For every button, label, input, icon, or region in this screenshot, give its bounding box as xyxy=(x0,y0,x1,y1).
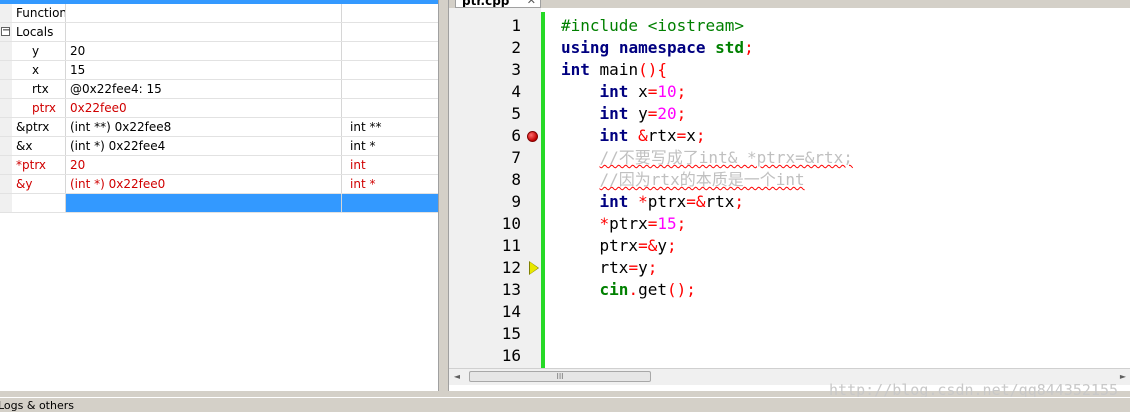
code-line-5: int y=20; xyxy=(599,104,687,123)
code-line-2: using namespace std; xyxy=(561,38,754,57)
code-line-1: #include <iostream> xyxy=(561,16,745,35)
tab-ptr-cpp[interactable]: ptr.cpp ✕ xyxy=(455,0,541,8)
watch-value: 20 xyxy=(66,156,342,174)
watch-type: int ** xyxy=(350,120,382,134)
breakpoint-icon[interactable] xyxy=(527,131,538,142)
line-number: 5 xyxy=(511,104,521,123)
bottom-panel-bar: Logs & others xyxy=(0,397,1130,412)
watch-name: ptrx xyxy=(12,99,66,117)
watch-row-y[interactable]: y 20 xyxy=(0,42,438,61)
line-number: 8 xyxy=(511,170,521,189)
watch-value: 20 xyxy=(66,42,342,60)
watch-name: &x xyxy=(12,137,66,155)
scroll-thumb[interactable]: III xyxy=(469,371,651,382)
line-number: 1 xyxy=(511,16,521,35)
watch-value: 0x22fee0 xyxy=(66,99,342,117)
line-number: 7 xyxy=(511,148,521,167)
watch-type: int * xyxy=(350,177,376,191)
line-number: 4 xyxy=(511,82,521,101)
watch-name: Locals xyxy=(12,23,66,41)
editor-tab-strip: ptr.cpp ✕ xyxy=(449,0,1130,8)
change-bar xyxy=(541,12,545,368)
line-number: 13 xyxy=(501,280,521,299)
line-number: 11 xyxy=(501,236,521,255)
line-number: 3 xyxy=(511,60,521,79)
watch-panel: Function − Locals y 20 x 15 rtx @0x22fee… xyxy=(0,0,439,391)
new-watch-input[interactable] xyxy=(12,194,66,212)
watch-row-locals[interactable]: − Locals xyxy=(0,23,438,42)
line-number: 15 xyxy=(501,324,521,343)
watch-value: 15 xyxy=(66,61,342,79)
watch-row-ptrx[interactable]: ptrx 0x22fee0 xyxy=(0,99,438,118)
watch-row-new-entry[interactable]: ... xyxy=(0,194,438,213)
watch-name: &y xyxy=(12,175,66,193)
watch-type xyxy=(342,4,438,22)
code-line-7: //不要写成了int& *ptrx=&rtx; xyxy=(599,148,853,167)
tab-logs-and-others[interactable]: Logs & others xyxy=(0,399,74,412)
watch-value xyxy=(66,4,342,22)
code-line-4: int x=10; xyxy=(599,82,687,101)
code-line-11: ptrx=&y; xyxy=(599,236,677,255)
code-line-3: int main(){ xyxy=(561,60,667,79)
watch-type xyxy=(342,80,438,98)
line-number: 2 xyxy=(511,38,521,57)
watch-name: &ptrx xyxy=(12,118,66,136)
watch-row-function[interactable]: Function xyxy=(0,4,438,23)
collapse-icon[interactable]: − xyxy=(1,26,10,36)
code-line-8: //因为rtx的本质是一个int xyxy=(599,170,805,189)
watch-value: (int *) 0x22fee4 xyxy=(66,137,342,155)
watch-value: (int **) 0x22fee8 xyxy=(66,118,342,136)
close-icon[interactable]: ✕ xyxy=(527,0,536,7)
watch-value: @0x22fee4: 15 xyxy=(66,80,342,98)
line-number-gutter[interactable]: 1 2 3 4 5 6 7 8 9 10 11 12 13 14 15 16 xyxy=(449,8,541,368)
watch-name: Function xyxy=(12,4,66,22)
watch-row-addr-x[interactable]: &x (int *) 0x22fee4 int * xyxy=(0,137,438,156)
line-number: 14 xyxy=(501,302,521,321)
watch-type: int xyxy=(350,158,366,172)
watch-name: *ptrx xyxy=(12,156,66,174)
watch-value: (int *) 0x22fee0 xyxy=(66,175,342,193)
watch-type xyxy=(342,61,438,79)
watch-row-addr-y[interactable]: &y (int *) 0x22fee0 int * xyxy=(0,175,438,194)
watch-type xyxy=(342,42,438,60)
code-editor[interactable]: ptr.cpp ✕ 1 2 3 4 5 6 7 8 9 10 11 12 13 … xyxy=(448,0,1130,391)
watch-type: int * xyxy=(350,139,376,153)
code-line-13: cin.get(); xyxy=(599,280,696,299)
line-number: 12 xyxy=(501,258,521,277)
tab-label: ptr.cpp xyxy=(462,0,510,8)
line-number: 6 xyxy=(511,126,521,145)
watch-type xyxy=(342,23,438,41)
watch-row-x[interactable]: x 15 xyxy=(0,61,438,80)
line-number: 9 xyxy=(511,192,521,211)
code-text-area[interactable]: #include <iostream> using namespace std;… xyxy=(561,8,1130,368)
code-line-12: rtx=y; xyxy=(599,258,658,277)
line-number: 10 xyxy=(501,214,521,233)
watch-value xyxy=(66,23,342,41)
code-line-10: *ptrx=15; xyxy=(599,214,687,233)
watch-row-addr-ptrx[interactable]: &ptrx (int **) 0x22fee8 int ** xyxy=(0,118,438,137)
watch-type xyxy=(342,99,438,117)
watch-name: y xyxy=(12,42,66,60)
watch-name: rtx xyxy=(12,80,66,98)
code-line-9: int *ptrx=&rtx; xyxy=(599,192,745,211)
code-line-6: int &rtx=x; xyxy=(599,126,706,145)
watch-row-rtx[interactable]: rtx @0x22fee4: 15 xyxy=(0,80,438,99)
scroll-left-icon[interactable]: ◄ xyxy=(449,369,465,385)
watch-row-deref-ptrx[interactable]: *ptrx 20 int xyxy=(0,156,438,175)
current-line-arrow-icon xyxy=(530,262,538,274)
line-number: 16 xyxy=(501,346,521,365)
watch-name: x xyxy=(12,61,66,79)
